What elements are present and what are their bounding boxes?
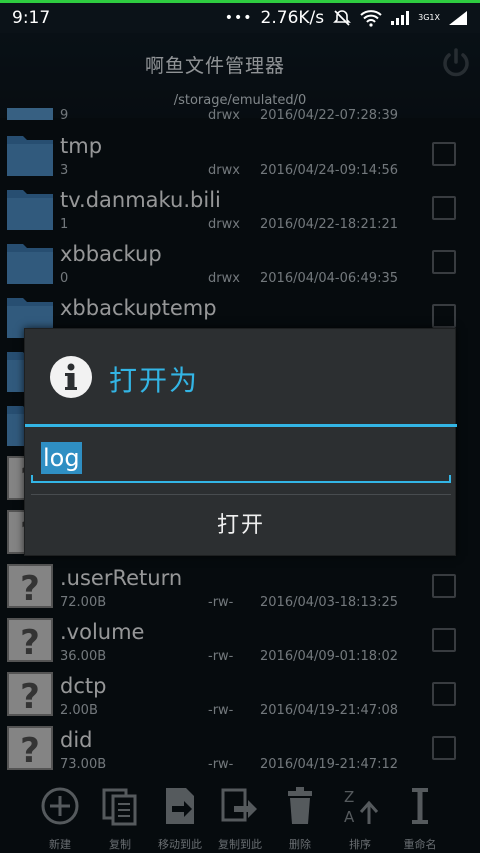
input-edge <box>31 475 33 483</box>
status-icons: ••• 2.76K/s 3G 1X <box>225 8 468 28</box>
dialog-divider <box>25 424 457 427</box>
mute-icon <box>332 8 352 28</box>
wifi-icon <box>360 9 382 27</box>
status-bar: 9:17 ••• 2.76K/s 3G 1X <box>0 3 480 33</box>
info-icon <box>50 356 92 398</box>
dialog-header: 打开为 <box>25 329 457 425</box>
open-as-dialog: 打开为 log 打开 <box>24 328 457 556</box>
status-time: 9:17 <box>12 8 51 28</box>
signal-icon <box>390 10 410 26</box>
open-button[interactable]: 打开 <box>31 495 451 551</box>
net-speed: 2.76K/s <box>260 8 325 28</box>
open-as-input[interactable] <box>31 439 451 483</box>
network-type: 3G 1X <box>418 13 440 22</box>
selected-text: log <box>41 442 82 474</box>
dots-icon: ••• <box>224 10 253 26</box>
signal-icon <box>448 10 468 26</box>
dialog-title: 打开为 <box>109 364 200 397</box>
input-edge <box>449 475 451 483</box>
